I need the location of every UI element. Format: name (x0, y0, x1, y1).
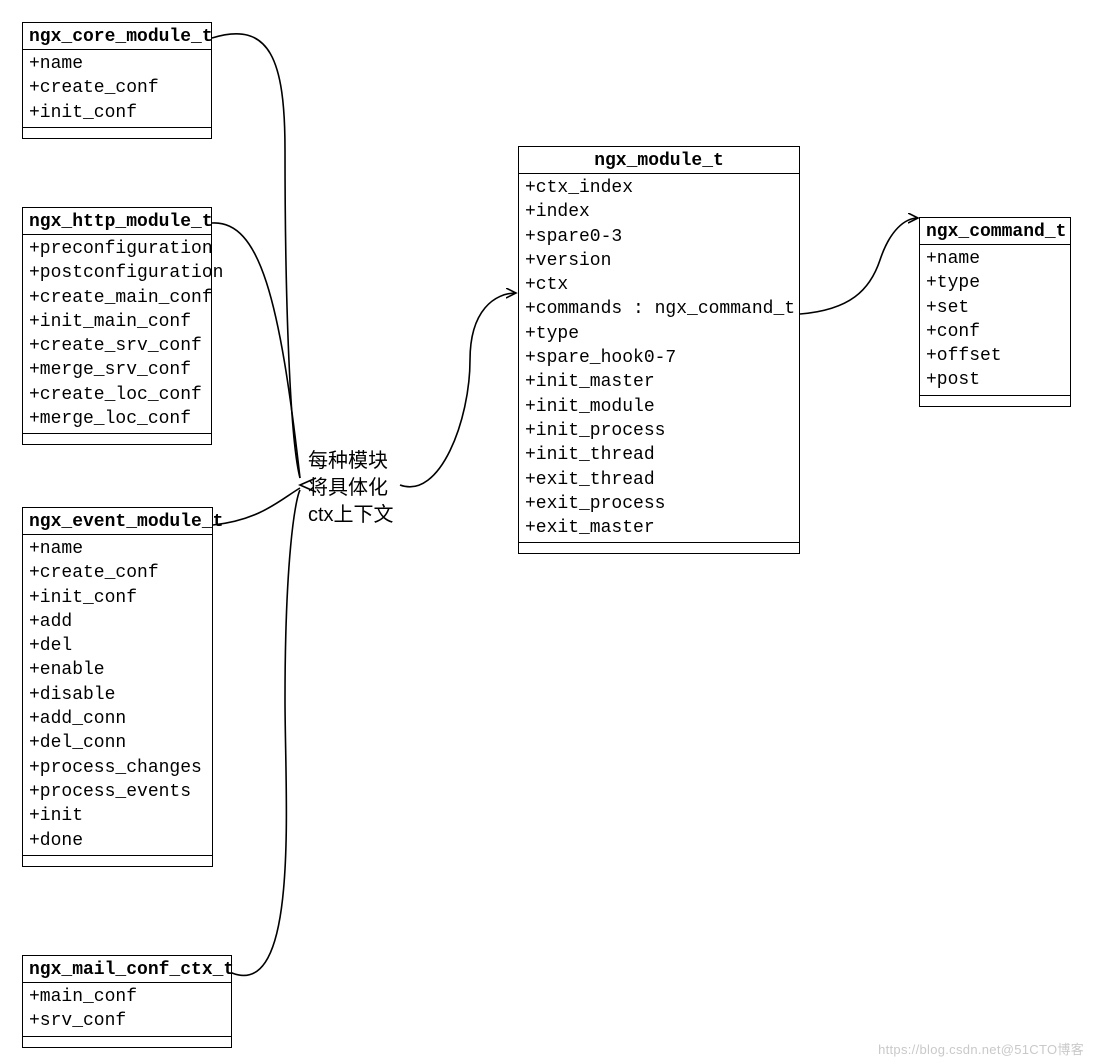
attr: +del (29, 634, 206, 658)
class-operations-empty (23, 434, 211, 444)
class-attributes: +name +create_conf +init_conf +add +del … (23, 535, 212, 856)
class-ngx-command-t: ngx_command_t +name +type +set +conf +of… (919, 217, 1071, 407)
attr: +name (926, 247, 1064, 271)
attr: +create_srv_conf (29, 334, 205, 358)
attr: +merge_srv_conf (29, 358, 205, 382)
diagram-stage: ngx_core_module_t +name +create_conf +in… (0, 0, 1096, 1064)
class-operations-empty (920, 396, 1070, 406)
attr: +init (29, 804, 206, 828)
attr-ctx: +ctx (525, 273, 793, 297)
attr: +add_conn (29, 707, 206, 731)
watermark: https://blog.csdn.net@51CTO博客 (878, 1039, 1084, 1058)
class-ngx-http-module-t: ngx_http_module_t +preconfiguration +pos… (22, 207, 212, 445)
attr: +init_process (525, 419, 793, 443)
class-operations-empty (23, 856, 212, 866)
class-title: ngx_event_module_t (23, 508, 212, 535)
attr: +type (926, 271, 1064, 295)
class-ngx-core-module-t: ngx_core_module_t +name +create_conf +in… (22, 22, 212, 139)
attr: +ctx_index (525, 176, 793, 200)
class-attributes: +preconfiguration +postconfiguration +cr… (23, 235, 211, 434)
attr: +create_conf (29, 76, 205, 100)
class-operations-empty (23, 1037, 231, 1047)
attr: +spare_hook0-7 (525, 346, 793, 370)
attr: +name (29, 52, 205, 76)
attr: +init_thread (525, 443, 793, 467)
attr: +init_conf (29, 586, 206, 610)
attr: +exit_master (525, 516, 793, 540)
attr: +offset (926, 344, 1064, 368)
class-title: ngx_http_module_t (23, 208, 211, 235)
attr: +create_conf (29, 561, 206, 585)
attr: +conf (926, 320, 1064, 344)
attr: +init_main_conf (29, 310, 205, 334)
relation-label-line2: 将具体化 (308, 475, 394, 502)
class-operations-empty (519, 543, 799, 553)
class-attributes: +name +create_conf +init_conf (23, 50, 211, 128)
class-attributes: +ctx_index +index +spare0-3 +version +ct… (519, 174, 799, 543)
attr-commands: +commands : ngx_command_t (525, 297, 793, 321)
attr: +create_loc_conf (29, 383, 205, 407)
class-title: ngx_command_t (920, 218, 1070, 245)
class-title: ngx_mail_conf_ctx_t (23, 956, 231, 983)
attr: +merge_loc_conf (29, 407, 205, 431)
attr: +post (926, 368, 1064, 392)
attr: +init_master (525, 370, 793, 394)
attr: +process_events (29, 780, 206, 804)
relation-label-line1: 每种模块 (308, 448, 394, 475)
class-title: ngx_core_module_t (23, 23, 211, 50)
attr: +name (29, 537, 206, 561)
attr: +version (525, 249, 793, 273)
class-title: ngx_module_t (519, 147, 799, 174)
class-attributes: +main_conf +srv_conf (23, 983, 231, 1037)
attr: +index (525, 200, 793, 224)
attr: +exit_process (525, 492, 793, 516)
attr: +init_conf (29, 101, 205, 125)
attr: +exit_thread (525, 468, 793, 492)
attr: +del_conn (29, 731, 206, 755)
attr: +preconfiguration (29, 237, 205, 261)
class-attributes: +name +type +set +conf +offset +post (920, 245, 1070, 396)
relation-label-line3: ctx上下文 (308, 502, 394, 529)
relation-label: 每种模块 将具体化 ctx上下文 (308, 448, 394, 529)
attr: +postconfiguration (29, 261, 205, 285)
attr: +create_main_conf (29, 286, 205, 310)
attr: +type (525, 322, 793, 346)
class-ngx-mail-conf-ctx-t: ngx_mail_conf_ctx_t +main_conf +srv_conf (22, 955, 232, 1048)
attr: +done (29, 829, 206, 853)
attr: +process_changes (29, 756, 206, 780)
attr: +init_module (525, 395, 793, 419)
attr: +main_conf (29, 985, 225, 1009)
attr: +enable (29, 658, 206, 682)
attr: +srv_conf (29, 1009, 225, 1033)
attr: +spare0-3 (525, 225, 793, 249)
class-operations-empty (23, 128, 211, 138)
attr: +disable (29, 683, 206, 707)
class-ngx-event-module-t: ngx_event_module_t +name +create_conf +i… (22, 507, 213, 867)
class-ngx-module-t: ngx_module_t +ctx_index +index +spare0-3… (518, 146, 800, 554)
attr: +add (29, 610, 206, 634)
attr: +set (926, 296, 1064, 320)
